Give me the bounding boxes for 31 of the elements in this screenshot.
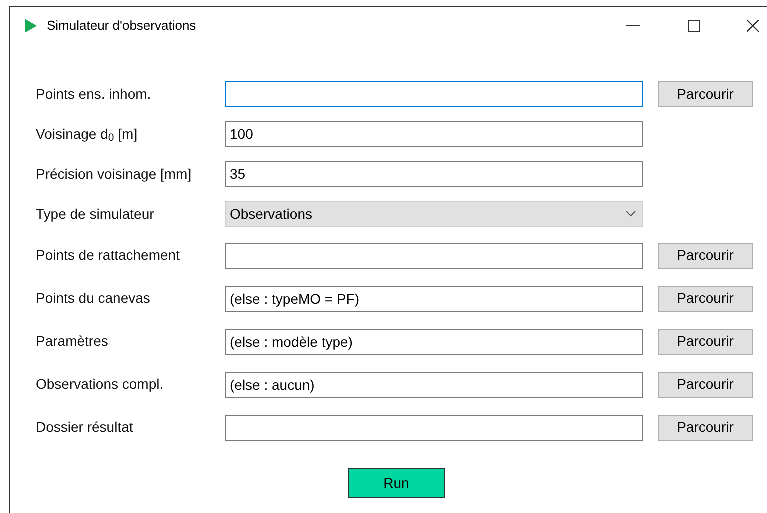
close-icon[interactable] xyxy=(747,20,759,32)
input-field[interactable]: (else : aucun) xyxy=(225,372,643,398)
browse-button[interactable]: Parcourir xyxy=(658,372,753,398)
field-label: Précision voisinage [mm] xyxy=(36,164,193,184)
browse-button[interactable]: Parcourir xyxy=(658,81,753,107)
chevron-icon xyxy=(626,211,636,217)
field-label: Points du canevas xyxy=(36,289,152,308)
input-field[interactable]: (else : modèle type) xyxy=(225,328,643,354)
browse-button[interactable]: Parcourir xyxy=(658,242,753,268)
input-field[interactable] xyxy=(225,81,643,107)
play-icon xyxy=(25,19,37,33)
field-label: Paramètres xyxy=(36,332,110,351)
window-title: Simulateur d'observations xyxy=(47,17,196,36)
browse-button[interactable]: Parcourir xyxy=(658,414,753,440)
browse-button[interactable]: Parcourir xyxy=(658,328,753,354)
field-label: Observations compl. xyxy=(36,375,165,394)
maximize-icon[interactable] xyxy=(688,20,700,32)
input-field[interactable] xyxy=(225,414,643,440)
input-field[interactable]: 100 xyxy=(225,121,643,147)
field-label: Points de rattachement xyxy=(36,246,181,265)
field-label: Type de simulateur xyxy=(36,204,156,224)
dropdown[interactable]: Observations xyxy=(225,201,643,227)
input-field[interactable]: (else : typeMO = PF) xyxy=(225,286,643,312)
input-field[interactable]: 35 xyxy=(225,161,643,187)
field-label: Points ens. inhom. xyxy=(36,84,152,104)
browse-button[interactable]: Parcourir xyxy=(658,286,753,312)
run-button[interactable]: Run xyxy=(348,468,445,498)
input-field[interactable] xyxy=(225,242,643,268)
minimize-icon[interactable] xyxy=(626,25,640,27)
field-label: Voisinage d$_{0}$ [m] xyxy=(36,124,139,144)
field-label: Dossier résultat xyxy=(36,418,134,437)
